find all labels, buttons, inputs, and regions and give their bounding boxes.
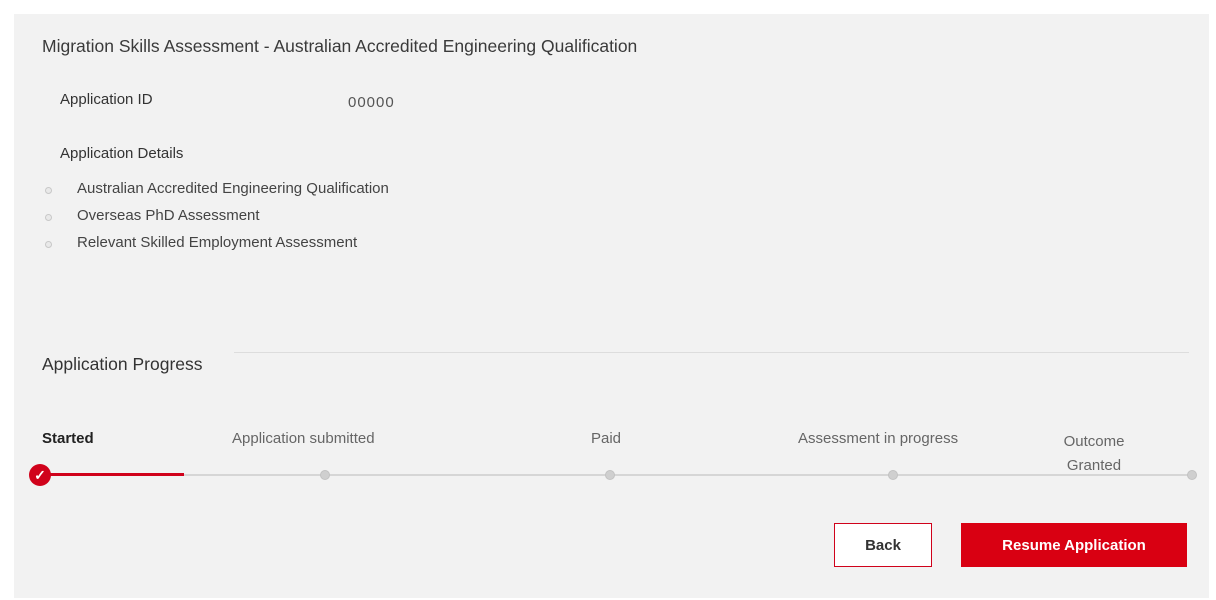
list-item-label: Overseas PhD Assessment bbox=[77, 207, 260, 224]
section-divider bbox=[234, 352, 1189, 353]
step-dot-outcome-granted bbox=[1187, 470, 1197, 480]
check-icon: ✓ bbox=[29, 464, 51, 486]
application-id-label: Application ID bbox=[60, 91, 153, 108]
progress-track bbox=[48, 474, 1194, 476]
bullet-icon bbox=[45, 214, 52, 221]
step-label-paid: Paid bbox=[591, 430, 622, 447]
progress-track-fill bbox=[48, 473, 184, 476]
step-dot-paid bbox=[605, 470, 615, 480]
back-button[interactable]: Back bbox=[834, 523, 932, 567]
step-label-application-submitted: Application submitted bbox=[232, 430, 375, 447]
application-details-list: Australian Accredited Engineering Qualif… bbox=[41, 178, 389, 259]
bullet-icon bbox=[45, 241, 52, 248]
step-dot-assessment-in-progress bbox=[888, 470, 898, 480]
application-id-value: 00000 bbox=[348, 94, 395, 111]
list-item: Overseas PhD Assessment bbox=[41, 205, 389, 232]
application-card: Migration Skills Assessment - Australian… bbox=[14, 14, 1209, 598]
list-item-label: Australian Accredited Engineering Qualif… bbox=[77, 180, 389, 197]
bullet-icon bbox=[45, 187, 52, 194]
page-title: Migration Skills Assessment - Australian… bbox=[42, 36, 638, 56]
application-details-label: Application Details bbox=[60, 145, 184, 162]
list-item: Relevant Skilled Employment Assessment bbox=[41, 232, 389, 259]
step-label-started: Started bbox=[42, 430, 94, 447]
step-label-outcome-granted: Outcome Granted bbox=[1063, 433, 1125, 474]
step-label-assessment-in-progress: Assessment in progress bbox=[798, 430, 959, 447]
resume-application-button[interactable]: Resume Application bbox=[961, 523, 1187, 567]
step-dot-application-submitted bbox=[320, 470, 330, 480]
progress-heading: Application Progress bbox=[42, 354, 203, 374]
list-item-label: Relevant Skilled Employment Assessment bbox=[77, 234, 358, 251]
list-item: Australian Accredited Engineering Qualif… bbox=[41, 178, 389, 205]
